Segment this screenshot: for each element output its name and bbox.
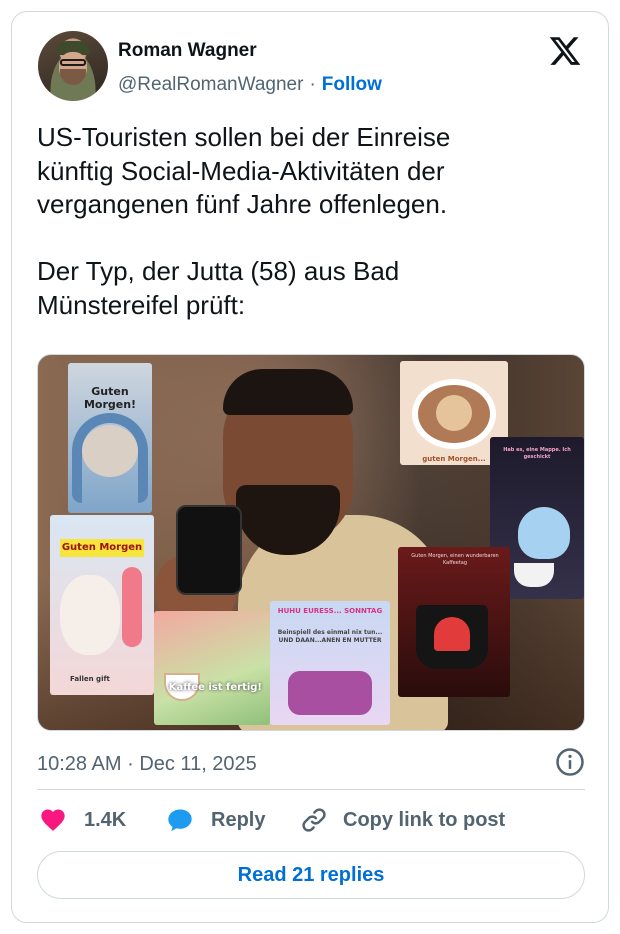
heart-shape <box>434 617 470 651</box>
tweet-time: 10:28 AM <box>37 753 122 775</box>
bear-shape <box>436 395 472 431</box>
read-replies-button[interactable]: Read 21 replies <box>37 851 585 899</box>
x-logo-icon[interactable] <box>548 34 582 68</box>
teapot-shape <box>518 507 570 559</box>
teacup-shape <box>514 563 554 587</box>
tweet-card: Roman Wagner @RealRomanWagner · Follow US-… <box>11 11 609 923</box>
tweet-media-image[interactable]: Guten Morgen! Guten Morgen Fallen gift K… <box>37 354 585 731</box>
separator: · <box>309 74 316 95</box>
link-icon <box>302 808 326 832</box>
sofa-shape <box>288 671 372 715</box>
reply-button[interactable]: Reply <box>165 804 265 836</box>
reply-label: Reply <box>211 808 266 831</box>
media-phone <box>176 505 242 595</box>
flamingo-shape <box>122 567 142 647</box>
coffee-ready-label: Kaffee ist fertig! <box>168 682 262 693</box>
kitten-banner: Guten Morgen <box>60 539 144 557</box>
hamster-greeting-tile: Guten Morgen! <box>68 363 152 513</box>
follow-button[interactable]: Follow <box>322 74 382 95</box>
teapot-text: Hab es, eine Mappe. Ich geschickt <box>503 447 571 460</box>
media-hair <box>223 369 353 415</box>
kitten-greeting-tile: Guten Morgen Fallen gift <box>50 515 154 695</box>
hamster-label: Guten Morgen! <box>83 385 137 411</box>
copy-link-button[interactable]: Copy link to post <box>299 804 505 836</box>
timestamp-separator: · <box>127 753 134 775</box>
avatar-glasses <box>60 59 86 66</box>
tweet-text: US-Touristen sollen bei der Einreise kün… <box>37 122 451 320</box>
sunday-tile: HUHU EURESS... SONNTAG Beinspiell des ei… <box>270 601 390 725</box>
avatar[interactable] <box>38 31 108 101</box>
sunday-title: HUHU EURESS... SONNTAG <box>277 607 383 615</box>
heart-mug-tile: Guten Morgen, einen wunderbaren Kaffeeta… <box>398 547 510 697</box>
hamster-shape <box>82 425 138 477</box>
tweet-date: Dec 11, 2025 <box>139 753 257 775</box>
reply-bubble-icon <box>168 809 192 832</box>
avatar-beard <box>60 69 86 85</box>
like-count: 1.4K <box>84 808 127 831</box>
coffee-ready-tile: Kaffee ist fertig! <box>154 611 270 725</box>
author-name[interactable]: Roman Wagner <box>118 40 257 62</box>
like-button[interactable]: 1.4K <box>38 804 126 836</box>
heart-mug-text: Guten Morgen, einen wunderbaren Kaffeeta… <box>411 553 499 566</box>
author-handle-row: @RealRomanWagner · Follow <box>118 74 382 96</box>
sunday-text: Beinspiell des einmal nix tun... UND DAA… <box>277 629 383 644</box>
author-handle[interactable]: @RealRomanWagner <box>118 74 303 95</box>
heart-icon <box>41 809 65 831</box>
info-icon[interactable] <box>555 747 585 777</box>
kitten-footer: Fallen gift <box>70 675 110 683</box>
copy-link-label: Copy link to post <box>343 808 506 831</box>
kitten-shape <box>60 575 120 655</box>
tweet-timestamp[interactable]: 10:28 AM · Dec 11, 2025 <box>37 753 257 776</box>
divider <box>37 789 585 790</box>
